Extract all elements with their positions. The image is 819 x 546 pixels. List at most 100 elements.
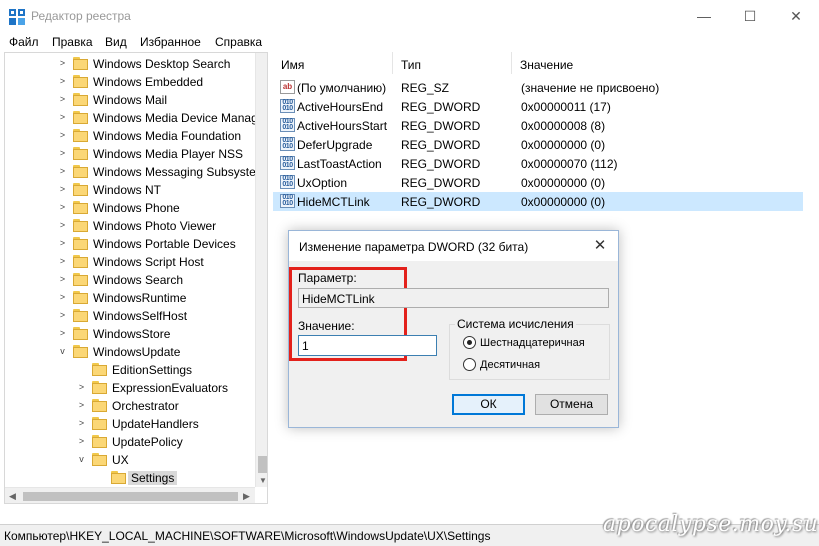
tree-item[interactable]: > Windows Media Player NSS (5, 145, 255, 163)
column-header-value[interactable]: Значение (512, 52, 803, 74)
tree-item-label[interactable]: Windows Messaging Subsystem (93, 165, 266, 179)
expand-chevron-icon[interactable]: > (77, 381, 86, 393)
expand-chevron-icon[interactable]: > (58, 327, 67, 339)
tree-item[interactable]: > Orchestrator (5, 397, 255, 415)
tree-item-label[interactable]: WindowsStore (93, 327, 170, 341)
tree-item-label[interactable]: Windows Mail (93, 93, 167, 107)
table-row[interactable]: 010 010 LastToastAction REG_DWORD 0x00000070… (273, 154, 803, 173)
maximize-button[interactable]: ☐ (727, 0, 773, 32)
expand-chevron-icon[interactable]: > (58, 165, 67, 177)
expand-chevron-icon[interactable]: > (58, 309, 67, 321)
tree-item[interactable]: > Windows Media Device Manager (5, 109, 267, 127)
table-row[interactable]: 010 010 DeferUpgrade REG_DWORD 0x00000000 (0… (273, 135, 803, 154)
expand-chevron-icon[interactable]: > (58, 237, 67, 249)
tree-item[interactable]: > Windows Phone (5, 199, 255, 217)
tree-item-label[interactable]: UX (112, 453, 129, 467)
tree-item-label[interactable]: Orchestrator (112, 399, 179, 413)
ok-button[interactable]: ОК (452, 394, 525, 415)
radio-decimal-label[interactable]: Десятичная (480, 359, 540, 371)
radio-hexadecimal[interactable] (463, 336, 476, 349)
table-row[interactable]: ab (По умолчанию) REG_SZ (значение не присв… (273, 78, 803, 97)
tree-item[interactable]: > Windows Search (5, 271, 255, 289)
tree-item-label[interactable]: Windows Portable Devices (93, 237, 236, 251)
menu-file[interactable]: Файл (9, 35, 39, 49)
expand-chevron-icon[interactable]: > (58, 93, 67, 105)
tree-item[interactable]: Settings (5, 469, 255, 487)
tree-item-label[interactable]: EditionSettings (112, 363, 192, 377)
table-row[interactable]: 010 010 ActiveHoursEnd REG_DWORD 0x00000011 … (273, 97, 803, 116)
scroll-left-arrow-icon[interactable]: ◀ (9, 491, 16, 502)
tree-item[interactable]: > Windows Media Foundation (5, 127, 255, 145)
column-header-name[interactable]: Имя (273, 52, 393, 74)
expand-chevron-icon[interactable]: > (58, 291, 67, 303)
tree-item-label[interactable]: Windows Search (93, 273, 183, 287)
close-button[interactable]: ✕ (773, 0, 819, 32)
tree-item-label[interactable]: Settings (128, 471, 178, 485)
tree-item-label[interactable]: Windows Desktop Search (93, 57, 230, 71)
tree-item[interactable]: > Windows Photo Viewer (5, 217, 255, 235)
registry-key-tree[interactable]: > Windows Desktop Search > Windows Embedded… (4, 52, 268, 504)
menu-view[interactable]: Вид (105, 35, 127, 49)
tree-item-label[interactable]: Windows Phone (93, 201, 180, 215)
menu-favorites[interactable]: Избранное (140, 35, 201, 49)
dialog-close-icon[interactable]: ✕ (585, 235, 615, 257)
expand-chevron-icon[interactable]: > (58, 255, 67, 267)
tree-horizontal-scrollbar[interactable]: ◀ ▶ (5, 487, 255, 503)
tree-item-label[interactable]: Windows NT (93, 183, 161, 197)
expand-chevron-icon[interactable]: > (58, 183, 67, 195)
expand-chevron-icon[interactable]: > (58, 273, 67, 285)
tree-item[interactable]: > ExpressionEvaluators (5, 379, 255, 397)
collapse-chevron-icon[interactable]: v (77, 453, 86, 465)
tree-item-label[interactable]: Windows Media Foundation (93, 129, 241, 143)
tree-item[interactable]: EditionSettings (5, 361, 255, 379)
cancel-button[interactable]: Отмена (535, 394, 608, 415)
tree-item-label[interactable]: ExpressionEvaluators (112, 381, 228, 395)
scroll-right-arrow-icon[interactable]: ▶ (243, 491, 250, 502)
menu-help[interactable]: Справка (215, 35, 262, 49)
tree-item[interactable]: > UpdatePolicy (5, 433, 255, 451)
tree-item-label[interactable]: UpdatePolicy (112, 435, 183, 449)
value-data-input[interactable]: 1 (298, 335, 437, 356)
tree-item-label[interactable]: WindowsSelfHost (93, 309, 187, 323)
scroll-down-arrow-icon[interactable]: ▼ (256, 476, 267, 485)
tree-item-label[interactable]: UpdateHandlers (112, 417, 199, 431)
tree-item[interactable]: > UpdateHandlers (5, 415, 255, 433)
tree-item-label[interactable]: WindowsRuntime (93, 291, 186, 305)
tree-item[interactable]: v UX (5, 451, 255, 469)
tree-horizontal-scroll-thumb[interactable] (23, 492, 238, 501)
tree-item-label[interactable]: Windows Photo Viewer (93, 219, 216, 233)
collapse-chevron-icon[interactable]: v (58, 345, 67, 357)
tree-item[interactable]: v WindowsUpdate (5, 343, 255, 361)
expand-chevron-icon[interactable]: > (58, 75, 67, 87)
tree-item-label[interactable]: Windows Media Player NSS (93, 147, 243, 161)
tree-item-label[interactable]: Windows Script Host (93, 255, 204, 269)
tree-item[interactable]: > Windows Messaging Subsystem (5, 163, 266, 181)
radio-decimal[interactable] (463, 358, 476, 371)
expand-chevron-icon[interactable]: > (58, 111, 67, 123)
expand-chevron-icon[interactable]: > (77, 435, 86, 447)
expand-chevron-icon[interactable]: > (58, 219, 67, 231)
expand-chevron-icon[interactable]: > (58, 57, 67, 69)
tree-vertical-scrollbar[interactable]: ▼ (255, 53, 267, 487)
tree-item[interactable]: > Windows Portable Devices (5, 235, 255, 253)
tree-vertical-scroll-thumb[interactable] (258, 456, 267, 473)
tree-item[interactable]: > WindowsSelfHost (5, 307, 255, 325)
menu-edit[interactable]: Правка (52, 35, 93, 49)
expand-chevron-icon[interactable]: > (77, 399, 86, 411)
tree-item[interactable]: > WindowsStore (5, 325, 255, 343)
tree-item[interactable]: > Windows Mail (5, 91, 255, 109)
tree-item[interactable]: > Windows Embedded (5, 73, 255, 91)
table-row[interactable]: 010 010 UxOption REG_DWORD 0x00000000 (0) (273, 173, 803, 192)
tree-item-label[interactable]: WindowsUpdate (93, 345, 180, 359)
minimize-button[interactable]: — (681, 0, 727, 32)
table-row[interactable]: 010 010 ActiveHoursStart REG_DWORD 0x0000000… (273, 116, 803, 135)
tree-item[interactable]: > Windows NT (5, 181, 255, 199)
radio-hexadecimal-label[interactable]: Шестнадцатеричная (480, 337, 585, 349)
tree-item-label[interactable]: Windows Media Device Manager (93, 111, 267, 125)
expand-chevron-icon[interactable]: > (58, 129, 67, 141)
table-row[interactable]: 010 010 HideMCTLink REG_DWORD 0x00000000 (0) (273, 192, 803, 211)
tree-item[interactable]: > Windows Desktop Search (5, 55, 255, 73)
expand-chevron-icon[interactable]: > (58, 147, 67, 159)
tree-item-label[interactable]: Windows Embedded (93, 75, 203, 89)
expand-chevron-icon[interactable]: > (77, 417, 86, 429)
